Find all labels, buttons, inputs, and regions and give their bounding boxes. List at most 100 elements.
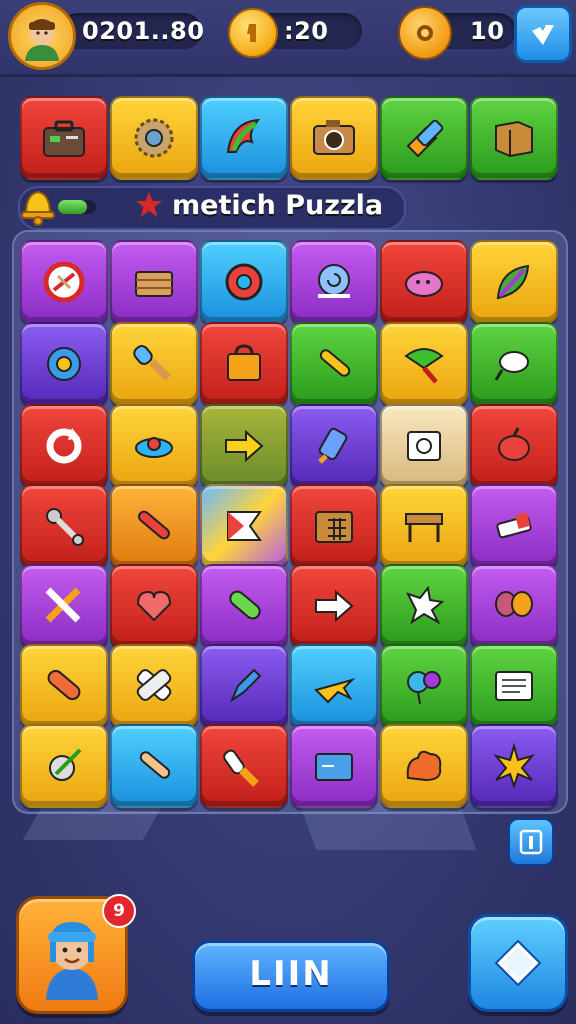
board-tile[interactable] xyxy=(290,644,378,728)
wrench-icon xyxy=(46,508,84,546)
leaf-icon xyxy=(496,264,530,300)
info-icon[interactable] xyxy=(508,818,554,866)
board-tile[interactable] xyxy=(470,484,558,568)
board-tile[interactable] xyxy=(380,564,468,648)
gear-icon xyxy=(398,6,452,60)
board-tile[interactable] xyxy=(470,322,558,406)
shelf-tile[interactable] xyxy=(20,96,108,180)
bandage-icon xyxy=(136,669,172,701)
photo-icon xyxy=(407,431,441,461)
board-tile[interactable] xyxy=(380,240,468,324)
board-tile[interactable] xyxy=(470,240,558,324)
splat-icon xyxy=(406,585,445,625)
board-tile[interactable] xyxy=(470,644,558,728)
gear-value: 10 xyxy=(470,17,505,45)
board-tile[interactable] xyxy=(110,724,198,808)
sawblade-icon xyxy=(134,118,174,158)
board-tile[interactable] xyxy=(110,240,198,324)
arrow-right-white-icon xyxy=(315,589,354,623)
board-tile[interactable] xyxy=(20,240,108,324)
board-tile[interactable] xyxy=(20,564,108,648)
brush-icon xyxy=(133,345,171,381)
flower-icon xyxy=(47,347,81,381)
board-tile[interactable] xyxy=(110,644,198,728)
rocket-icon xyxy=(318,427,348,464)
no-sign-icon xyxy=(43,261,85,303)
shelf-tile[interactable] xyxy=(470,96,558,180)
folder-icon xyxy=(315,753,353,781)
brush-white-icon xyxy=(223,749,259,787)
board-tile[interactable] xyxy=(290,404,378,488)
board-tile[interactable] xyxy=(20,644,108,728)
board-tile[interactable] xyxy=(470,724,558,808)
note-icon xyxy=(495,671,533,701)
coin-icon xyxy=(228,8,278,58)
pickle-icon xyxy=(229,590,261,620)
shelf-tile[interactable] xyxy=(380,96,468,180)
board-tile[interactable] xyxy=(20,484,108,568)
grid-box-icon xyxy=(315,511,353,543)
balloons-icon xyxy=(407,671,441,705)
board-tile[interactable] xyxy=(290,724,378,808)
board-tile[interactable] xyxy=(110,564,198,648)
heart-pin-icon xyxy=(136,590,172,622)
board-tile[interactable] xyxy=(20,322,108,406)
notification-badge: 9 xyxy=(102,894,136,928)
bow-icon xyxy=(495,591,533,617)
coin-value: :20 xyxy=(284,17,329,45)
refresh-icon xyxy=(46,428,82,464)
table-icon xyxy=(405,513,443,542)
board-tile[interactable] xyxy=(470,564,558,648)
board-tile[interactable] xyxy=(200,564,288,648)
bag-icon xyxy=(227,344,261,381)
bell-icon xyxy=(21,190,55,226)
player-avatar-icon[interactable] xyxy=(8,2,76,70)
board-tile[interactable] xyxy=(290,240,378,324)
sun-burst-icon xyxy=(493,742,535,790)
clock-pen-icon xyxy=(49,748,82,781)
shelf-tile[interactable] xyxy=(110,96,198,180)
camera-icon xyxy=(313,120,355,155)
board-tile[interactable] xyxy=(20,724,108,808)
apple-icon xyxy=(498,427,530,461)
toolbox-icon xyxy=(43,120,85,157)
board-tile[interactable] xyxy=(110,322,198,406)
diamond-icon[interactable] xyxy=(468,914,568,1012)
saucer-icon xyxy=(135,437,173,458)
board-tile[interactable] xyxy=(200,404,288,488)
board-tile[interactable] xyxy=(380,484,468,568)
ring-icon xyxy=(225,263,263,301)
board-tile[interactable] xyxy=(110,484,198,568)
snail-icon xyxy=(318,264,350,298)
board-tile[interactable] xyxy=(380,404,468,488)
board-tile[interactable] xyxy=(110,404,198,488)
board-tile[interactable] xyxy=(470,404,558,488)
board-tile[interactable] xyxy=(200,240,288,324)
board-tile[interactable] xyxy=(380,724,468,808)
pill-icon xyxy=(47,669,81,701)
shelf-tile[interactable] xyxy=(200,96,288,180)
arrow-right-icon xyxy=(225,429,264,463)
board-tile[interactable] xyxy=(20,404,108,488)
main-action-button[interactable]: LIIN xyxy=(192,940,390,1012)
stick-icon xyxy=(319,349,351,377)
board-tile[interactable] xyxy=(290,322,378,406)
shelf-tile[interactable] xyxy=(290,96,378,180)
board-tile[interactable] xyxy=(200,644,288,728)
star-icon xyxy=(136,192,162,217)
gem-icon[interactable] xyxy=(514,5,572,63)
board-tile[interactable] xyxy=(380,322,468,406)
feather-icon xyxy=(226,118,261,153)
board-tile[interactable] xyxy=(290,564,378,648)
cross-tools-icon xyxy=(45,587,81,623)
board-tile[interactable] xyxy=(200,484,288,568)
top-bar: 0201..80 :20 10 xyxy=(0,0,576,77)
level-progress-fill xyxy=(58,200,87,214)
board-tile[interactable] xyxy=(380,644,468,728)
blob-icon xyxy=(405,271,443,297)
board-tile[interactable] xyxy=(200,322,288,406)
level-progress-bar xyxy=(58,200,96,214)
board-tile[interactable] xyxy=(290,484,378,568)
board-tile[interactable] xyxy=(200,724,288,808)
score-value: 0201..80 xyxy=(82,17,205,45)
